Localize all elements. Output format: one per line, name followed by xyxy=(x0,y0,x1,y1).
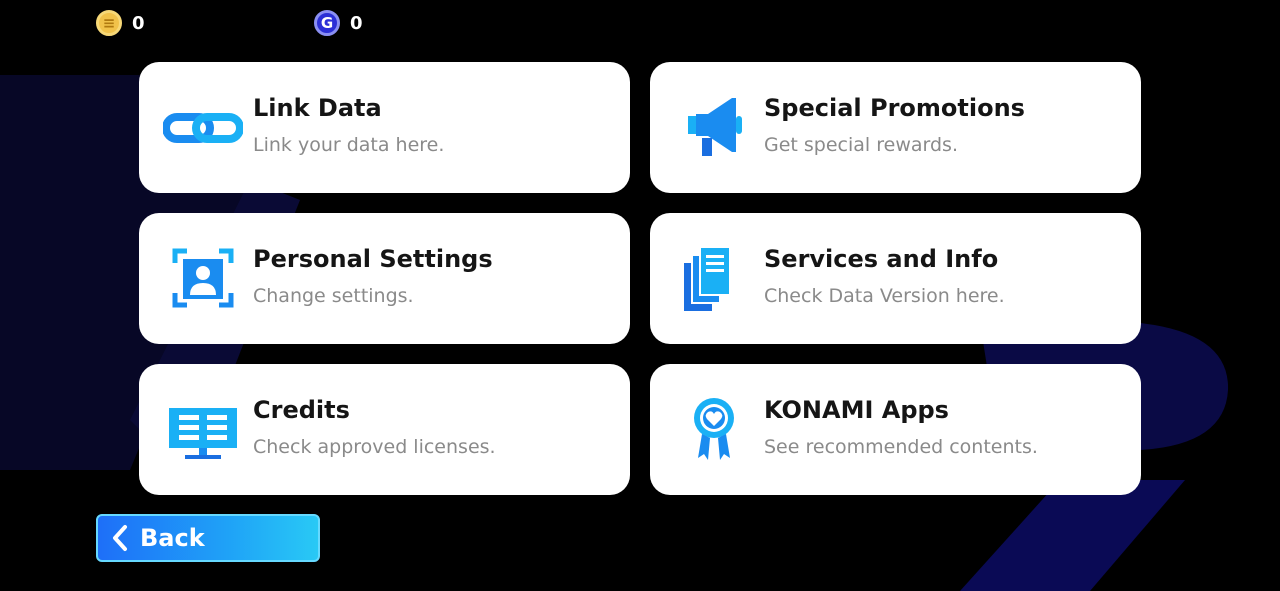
back-label: Back xyxy=(140,524,205,552)
heart-badge-icon xyxy=(694,398,734,460)
konami-apps-button[interactable]: KONAMI Apps See recommended contents. xyxy=(650,364,1141,495)
special-promotions-button[interactable]: Special Promotions Get special rewards. xyxy=(650,62,1141,193)
menu-subtitle: Change settings. xyxy=(253,285,414,307)
menu-title: Credits xyxy=(253,396,350,424)
services-and-info-button[interactable]: Services and Info Check Data Version her… xyxy=(650,213,1141,344)
e-coin-icon: ≡ xyxy=(96,10,122,36)
menu-subtitle: Link your data here. xyxy=(253,134,445,156)
personal-settings-button[interactable]: Personal Settings Change settings. xyxy=(139,213,630,344)
credits-button[interactable]: Credits Check approved licenses. xyxy=(139,364,630,495)
menu-subtitle: Check Data Version here. xyxy=(764,285,1005,307)
menu-subtitle: See recommended contents. xyxy=(764,436,1038,458)
menu-subtitle: Check approved licenses. xyxy=(253,436,496,458)
menu-title: Special Promotions xyxy=(764,94,1025,122)
menu-title: Services and Info xyxy=(764,245,999,273)
link-data-button[interactable]: Link Data Link your data here. xyxy=(139,62,630,193)
menu-title: Personal Settings xyxy=(253,245,493,273)
menu-title: Link Data xyxy=(253,94,382,122)
coin-balance: ≡ 0 xyxy=(96,10,145,36)
documents-icon xyxy=(684,247,731,311)
megaphone-icon xyxy=(688,98,742,156)
link-icon xyxy=(163,113,243,143)
gem-amount: 0 xyxy=(350,12,363,34)
monitor-icon xyxy=(169,408,237,459)
back-button[interactable]: Back xyxy=(96,514,320,562)
coin-amount: 0 xyxy=(132,12,145,34)
gem-balance: G 0 xyxy=(314,10,363,36)
chevron-left-icon xyxy=(113,525,127,551)
g-coin-icon: G xyxy=(314,10,340,36)
menu-subtitle: Get special rewards. xyxy=(764,134,958,156)
menu-title: KONAMI Apps xyxy=(764,396,949,424)
person-frame-icon xyxy=(172,248,234,308)
